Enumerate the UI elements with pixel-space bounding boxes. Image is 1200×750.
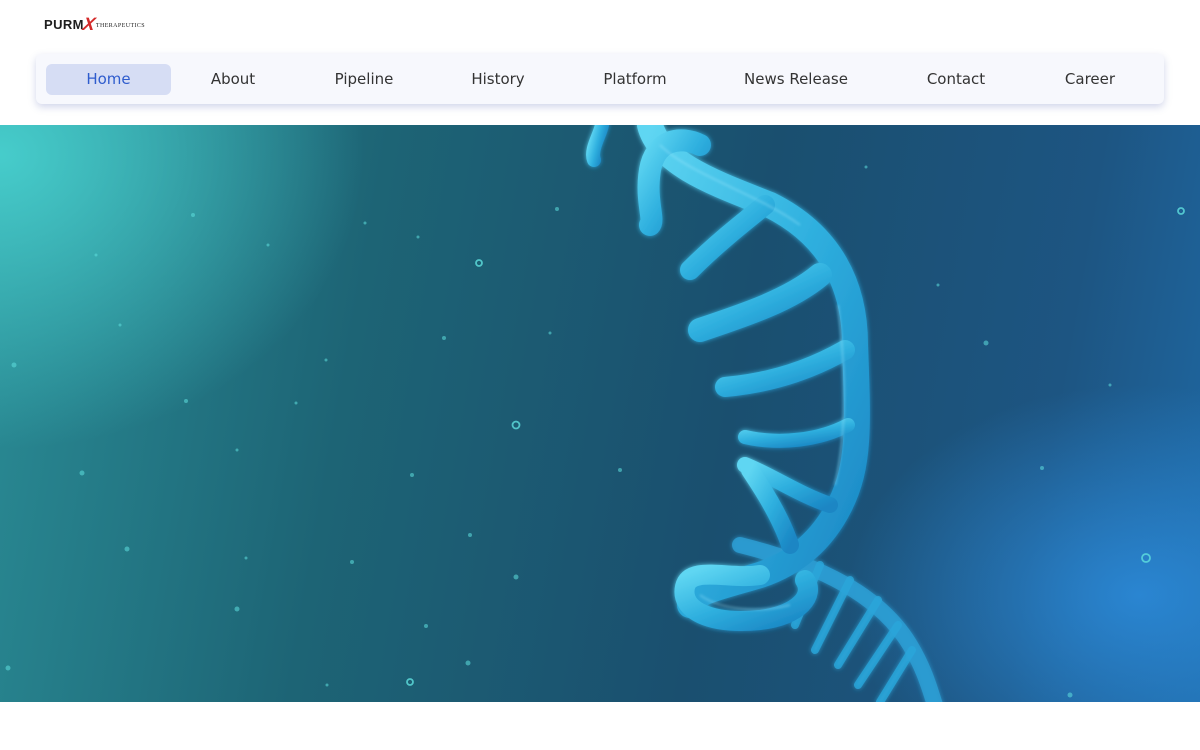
nav-item-pipeline[interactable]: Pipeline: [314, 64, 414, 95]
rna-strand: [586, 125, 943, 702]
nav-item-platform[interactable]: Platform: [585, 64, 685, 95]
rna-strand-illustration: [5, 125, 1185, 702]
logo-text-x: X: [81, 13, 97, 34]
nav-item-career[interactable]: Career: [1040, 64, 1140, 95]
logo-text-purm: PURM: [44, 16, 84, 32]
nav-item-history[interactable]: History: [448, 64, 548, 95]
nav-item-news-release[interactable]: News Release: [732, 64, 860, 95]
logo-text-therapeutics: Therapeutics: [95, 22, 146, 29]
page: PURM X Therapeutics Home About Pipeline …: [0, 0, 1200, 750]
nav-item-home[interactable]: Home: [46, 64, 171, 95]
nav-item-about[interactable]: About: [183, 64, 283, 95]
main-nav: Home About Pipeline History Platform New…: [36, 54, 1164, 104]
particles: [5, 165, 1112, 698]
nav-item-contact[interactable]: Contact: [906, 64, 1006, 95]
hero-banner: [0, 125, 1200, 702]
logo[interactable]: PURM X Therapeutics: [44, 12, 145, 36]
